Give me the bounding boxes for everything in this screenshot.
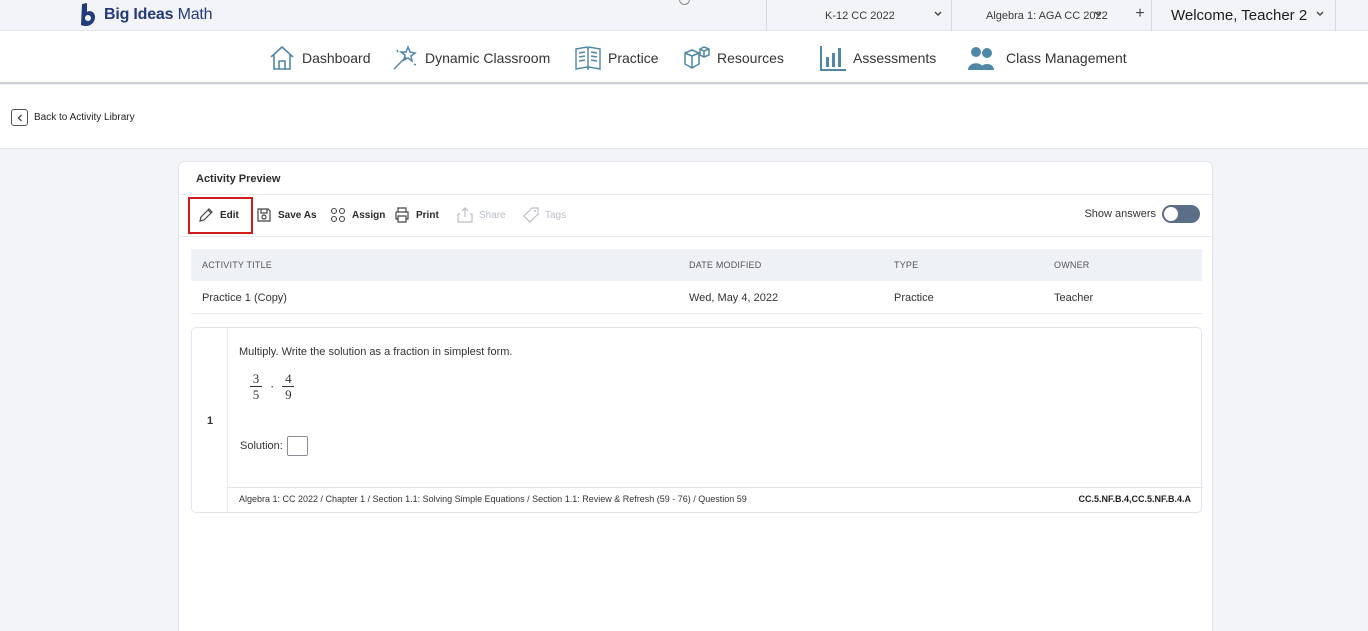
edit-button[interactable]: Edit: [198, 207, 239, 223]
nav-resources[interactable]: Resources: [683, 42, 784, 74]
tag-icon: [523, 207, 539, 223]
show-answers-control: Show answers: [1084, 205, 1200, 223]
program-select[interactable]: K-12 CC 2022: [766, 0, 951, 31]
print-label: Print: [416, 209, 439, 221]
program-select-value: K-12 CC 2022: [825, 9, 895, 22]
header-type[interactable]: TYPE: [894, 260, 918, 270]
show-answers-label: Show answers: [1084, 208, 1156, 220]
solution-row: Solution:: [240, 436, 308, 456]
chevron-down-icon: [1316, 11, 1324, 16]
print-button[interactable]: Print: [394, 207, 439, 223]
solution-label: Solution:: [240, 440, 283, 452]
home-icon: [270, 45, 294, 70]
save-as-label: Save As: [278, 209, 317, 221]
nav-practice-label: Practice: [608, 50, 659, 66]
assign-label: Assign: [352, 209, 386, 221]
cell-owner: Teacher: [1054, 292, 1094, 304]
people-icon: [968, 47, 994, 70]
math-expression: 3 5 · 4 9: [250, 371, 295, 402]
nav-dynamic-classroom-label: Dynamic Classroom: [425, 50, 551, 66]
tags-button[interactable]: Tags: [523, 207, 566, 223]
question-number: 1: [207, 415, 214, 427]
chevron-down-icon: [1094, 11, 1102, 16]
pencil-icon: [199, 208, 213, 222]
brand-logo[interactable]: Big Ideas Math: [78, 2, 213, 28]
divider: [179, 236, 1212, 237]
camera-dot-icon: [679, 0, 690, 5]
course-select-value: Algebra 1: AGA CC 2022: [986, 9, 1108, 22]
table-header: ACTIVITY TITLE DATE MODIFIED TYPE OWNER: [191, 249, 1202, 281]
assign-button[interactable]: Assign: [330, 207, 385, 223]
multiply-operator: ·: [270, 378, 275, 394]
table-row: Practice 1 (Copy) Wed, May 4, 2022 Pract…: [191, 281, 1202, 314]
question-card: 1 Multiply. Write the solution as a frac…: [191, 327, 1203, 514]
nav-resources-label: Resources: [717, 50, 784, 66]
nav-class-management-label: Class Management: [1006, 50, 1127, 66]
show-answers-toggle[interactable]: [1162, 205, 1200, 223]
save-as-button[interactable]: Save As: [256, 207, 317, 223]
printer-icon: [395, 207, 409, 223]
user-menu[interactable]: Welcome, Teacher 2: [1151, 0, 1336, 31]
book-icon: [575, 46, 601, 71]
question-breadcrumb: Algebra 1: CC 2022 / Chapter 1 / Section…: [239, 494, 747, 504]
main-nav: Dashboard Dynamic Classroom Practice Res…: [0, 31, 1368, 84]
fraction-2: 4 9: [282, 371, 295, 402]
wand-icon: [393, 44, 417, 70]
nav-practice[interactable]: Practice: [574, 42, 659, 74]
chevron-left-icon: [11, 109, 28, 126]
question-standards: CC.5.NF.B.4,CC.5.NF.B.4.A: [1078, 494, 1191, 504]
fraction-2-numerator: 4: [285, 371, 292, 386]
share-label: Share: [479, 209, 506, 221]
header-owner[interactable]: OWNER: [1054, 260, 1090, 270]
back-to-library-link[interactable]: Back to Activity Library: [11, 109, 135, 126]
fraction-1-numerator: 3: [252, 371, 260, 386]
welcome-text: Welcome, Teacher 2: [1171, 7, 1308, 24]
course-select[interactable]: Algebra 1: AGA CC 2022: [951, 0, 1129, 31]
cubes-icon: [684, 46, 710, 69]
divider: [179, 194, 1212, 195]
fraction-1: 3 5: [250, 372, 262, 401]
nav-dynamic-classroom[interactable]: Dynamic Classroom: [391, 42, 550, 74]
save-icon: [257, 208, 271, 222]
question-footer: Algebra 1: CC 2022 / Chapter 1 / Section…: [228, 487, 1203, 514]
nav-assessments-label: Assessments: [853, 50, 937, 66]
brand-name: Big Ideas Math: [104, 6, 213, 23]
assign-icon: [330, 207, 346, 223]
header-activity-title[interactable]: ACTIVITY TITLE: [202, 260, 272, 270]
share-button[interactable]: Share: [457, 207, 506, 223]
nav-dashboard-label: Dashboard: [302, 50, 371, 66]
top-bar: Big Ideas Math K-12 CC 2022 Algebra 1: A…: [0, 0, 1368, 31]
add-course-button[interactable]: +: [1131, 5, 1149, 23]
fraction-1-denominator: 5: [252, 387, 260, 402]
cell-type: Practice: [894, 292, 934, 304]
activity-preview-panel: Activity Preview Edit Save As Assign Pri…: [178, 161, 1213, 631]
nav-class-management[interactable]: Class Management: [962, 42, 1127, 74]
fraction-2-denominator: 9: [285, 387, 292, 402]
question-number-column: 1: [192, 328, 228, 512]
share-icon: [457, 207, 473, 223]
question-prompt: Multiply. Write the solution as a fracti…: [239, 346, 513, 358]
back-to-library-label: Back to Activity Library: [34, 112, 135, 123]
cell-date-modified: Wed, May 4, 2022: [689, 292, 779, 304]
big-ideas-logo-icon: [81, 3, 95, 26]
cell-activity-title: Practice 1 (Copy): [202, 292, 287, 304]
nav-assessments[interactable]: Assessments: [819, 42, 936, 74]
header-date-modified[interactable]: DATE MODIFIED: [689, 260, 761, 270]
chevron-down-icon: [934, 11, 942, 16]
back-bar: Back to Activity Library: [0, 85, 1368, 149]
edit-label: Edit: [220, 209, 239, 221]
panel-title: Activity Preview: [196, 173, 281, 185]
solution-input[interactable]: [286, 436, 308, 456]
tags-label: Tags: [545, 209, 567, 221]
nav-dashboard[interactable]: Dashboard: [268, 42, 371, 74]
toggle-knob: [1164, 207, 1178, 221]
bar-chart-icon: [820, 46, 846, 71]
